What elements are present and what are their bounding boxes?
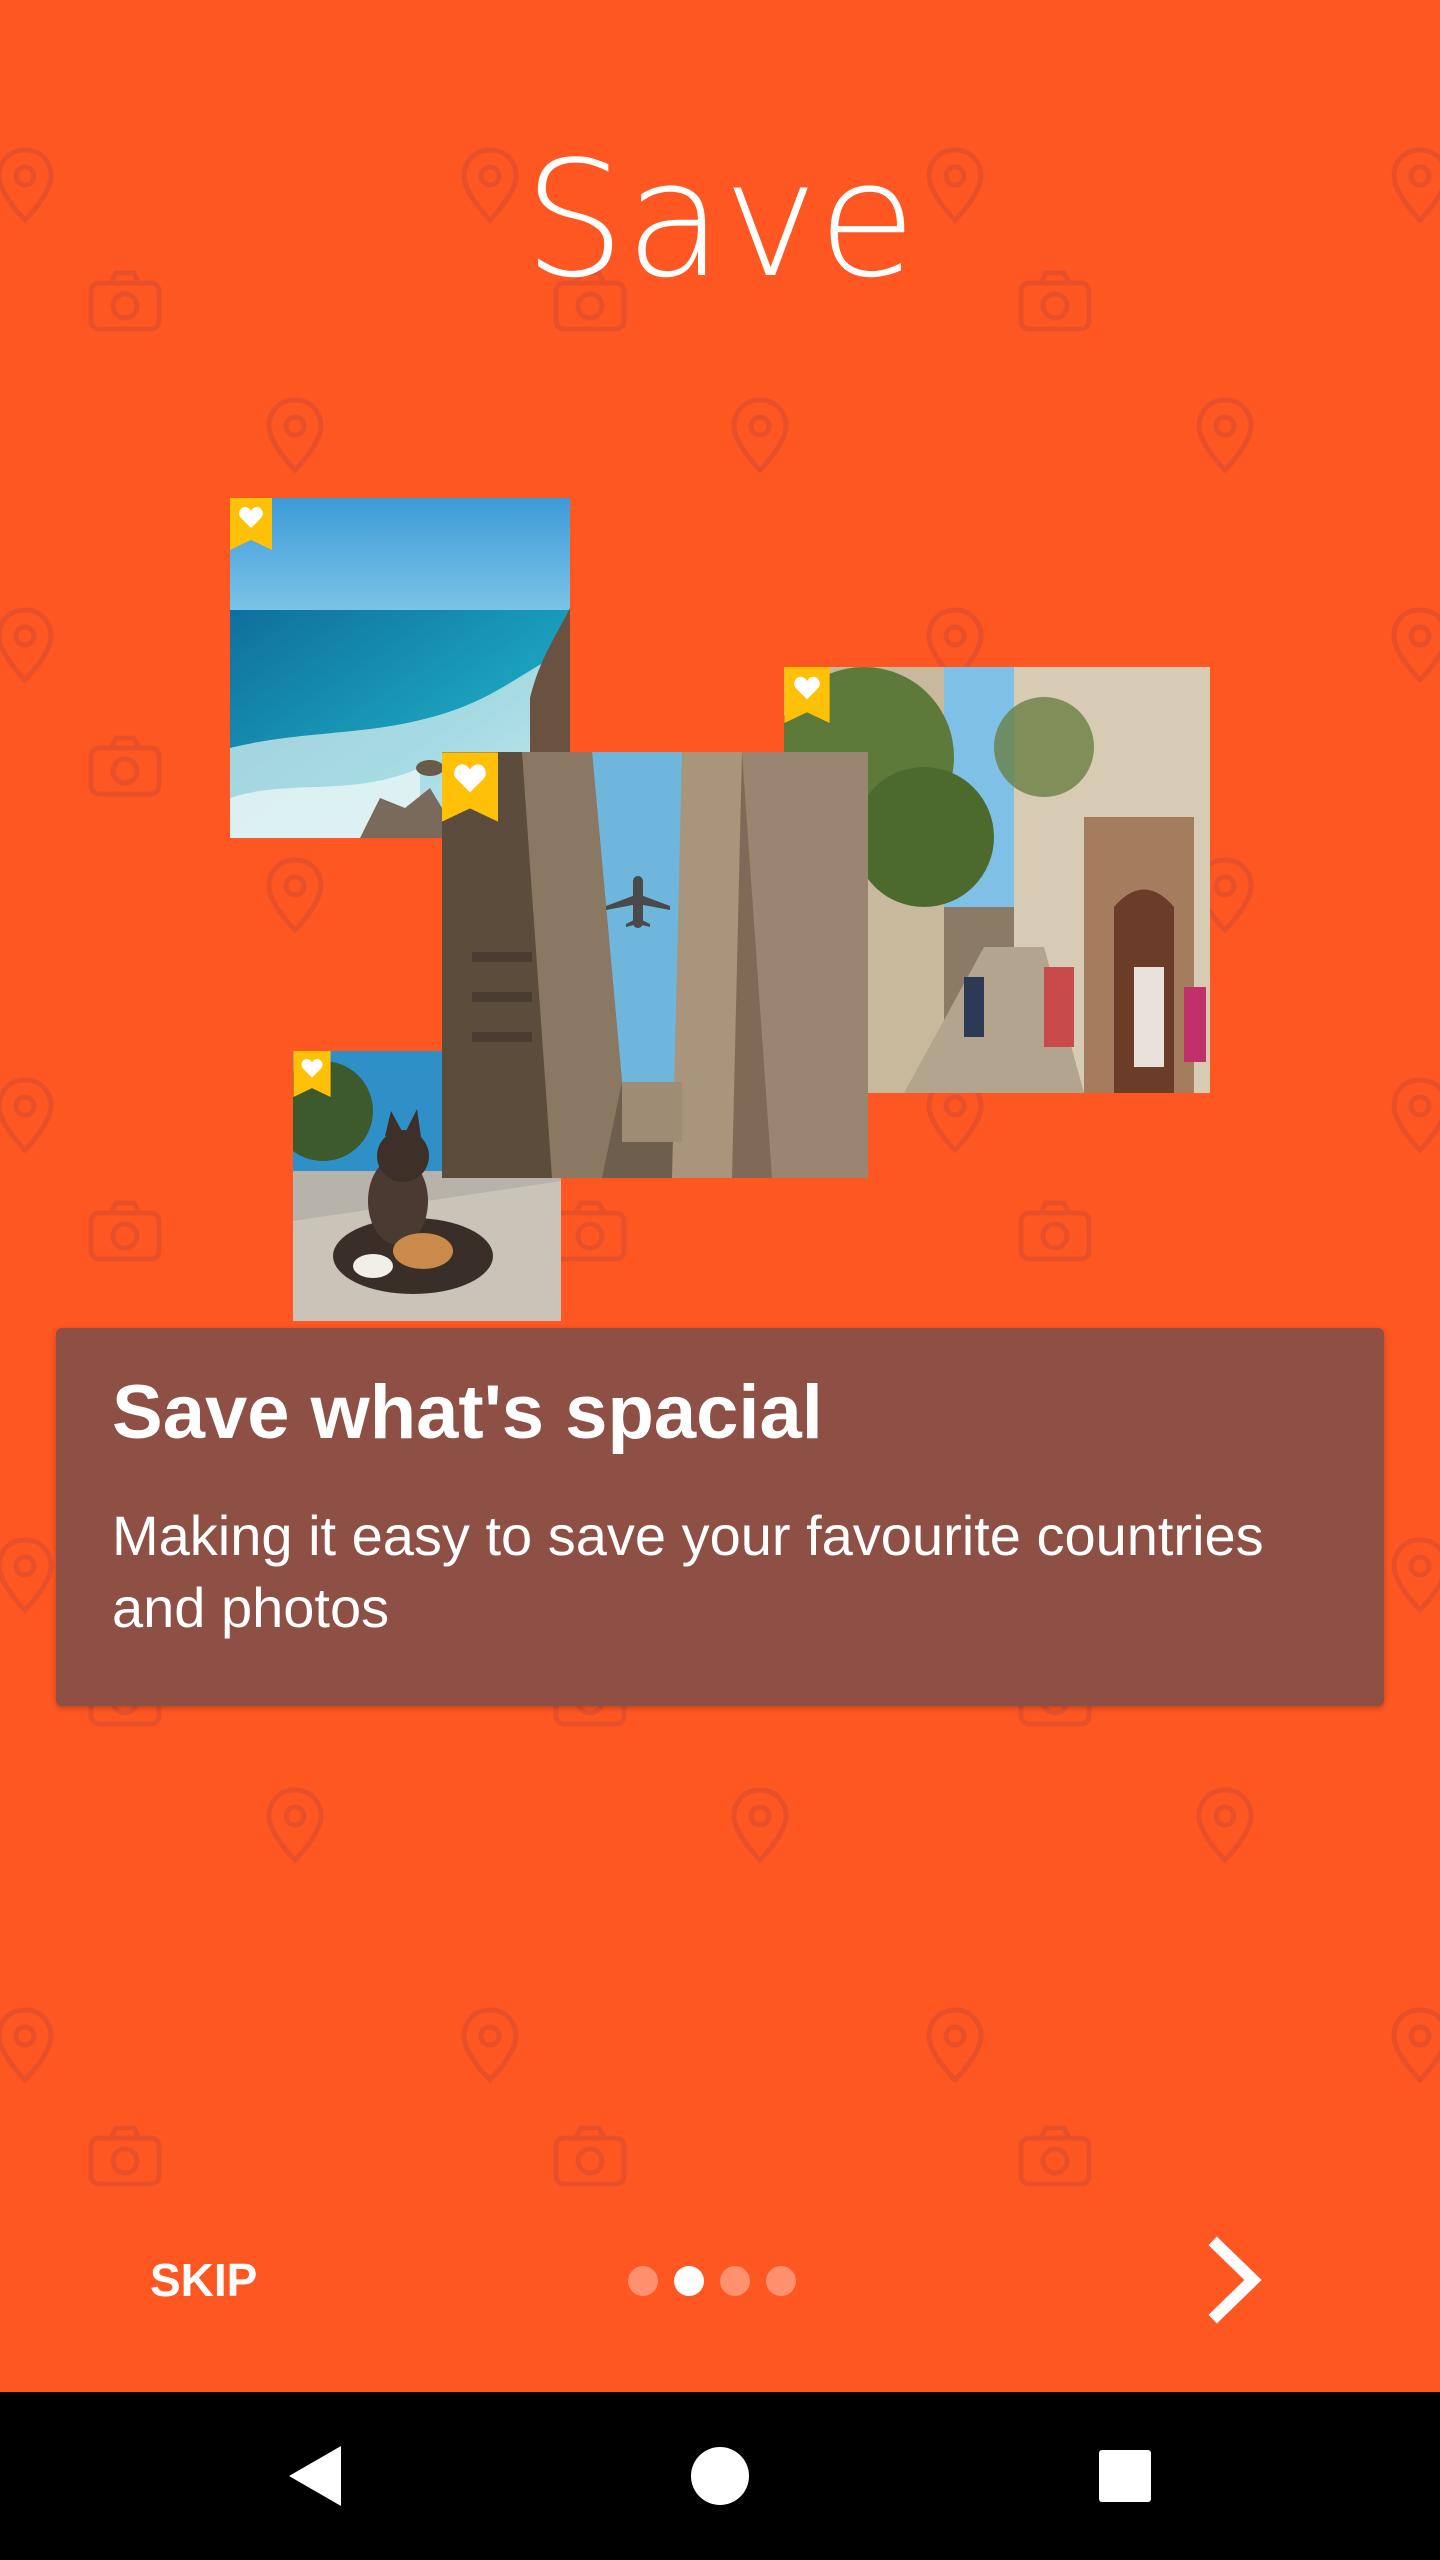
heart-bookmark-icon (784, 667, 830, 723)
system-nav-bar (0, 2392, 1440, 2560)
page-indicator (628, 2266, 796, 2296)
onboarding-screen: Save Save what's spacial Making it easy … (0, 0, 1440, 2560)
skip-button[interactable]: SKIP (150, 2255, 257, 2305)
nav-recents-button[interactable] (1075, 2426, 1175, 2526)
feature-card: Save what's spacial Making it easy to sa… (56, 1328, 1384, 1706)
page-dot[interactable] (720, 2266, 750, 2296)
recents-icon (1099, 2450, 1151, 2502)
chevron-right-icon (1208, 2236, 1262, 2324)
nav-back-button[interactable] (265, 2426, 365, 2526)
page-title: Save (523, 126, 917, 313)
next-button[interactable] (1195, 2235, 1285, 2325)
page-dot[interactable] (766, 2266, 796, 2296)
card-title: Save what's spacial (112, 1370, 823, 1455)
back-icon (289, 2446, 341, 2506)
background-pattern (0, 0, 1440, 2390)
heart-bookmark-icon (293, 1051, 331, 1097)
nav-home-button[interactable] (670, 2426, 770, 2526)
card-description: Making it easy to save your favourite co… (112, 1504, 1264, 1639)
heart-bookmark-icon (230, 498, 272, 550)
photo-airplane-buildings (442, 752, 868, 1178)
page-dot[interactable] (628, 2266, 658, 2296)
heart-bookmark-icon (442, 752, 498, 822)
page-dot-active[interactable] (674, 2266, 704, 2296)
home-icon (691, 2447, 749, 2505)
